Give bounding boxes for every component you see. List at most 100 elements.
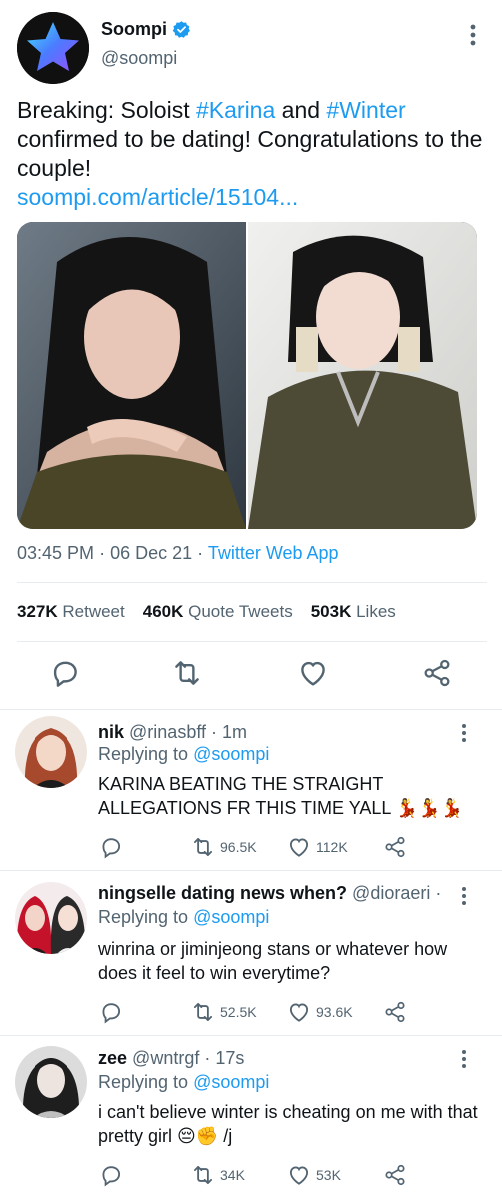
tweet-time[interactable]: 03:45 PM xyxy=(17,543,94,563)
meta-separator: · xyxy=(99,543,111,563)
photo-left[interactable] xyxy=(17,222,246,529)
replying-label: Replying to xyxy=(98,1072,189,1092)
quote-tweets-stat[interactable]: 460K Quote Tweets xyxy=(143,602,293,622)
replying-to: Replying to @soompi xyxy=(98,744,269,765)
quotes-count: 460K xyxy=(142,602,184,621)
main-tweet: Soompi @soompi Breaking: Soloist #Karina… xyxy=(0,0,502,710)
reply-header: ningselle dating news when? @dioraeri · … xyxy=(98,883,448,904)
avatar[interactable] xyxy=(15,716,87,788)
tweet-source[interactable]: Twitter Web App xyxy=(208,543,339,563)
quotes-label: Quote Tweets xyxy=(188,602,293,621)
tweet-stats: 327K Retweet 460K Quote Tweets 503K Like… xyxy=(17,602,396,622)
reply-header: nik @rinasbff · 1m xyxy=(98,722,448,743)
replying-to-handle[interactable]: @soompi xyxy=(193,907,269,927)
meta-separator: · xyxy=(204,1048,211,1068)
hashtag-karina[interactable]: #Karina xyxy=(196,97,275,123)
like-button[interactable]: 112K xyxy=(286,834,348,860)
share-icon[interactable] xyxy=(382,999,408,1025)
like-button[interactable]: 53K xyxy=(286,1162,341,1188)
retweet-icon xyxy=(193,1165,213,1185)
reply-time[interactable]: ... xyxy=(446,883,448,903)
tweet-text-segment: Breaking: Soloist xyxy=(17,97,196,123)
reply-actions: 96.5K 112K xyxy=(98,834,428,860)
reply-author-handle[interactable]: @dioraeri xyxy=(352,883,430,903)
reply-item[interactable]: ningselle dating news when? @dioraeri · … xyxy=(0,871,502,1035)
reply-actions: 34K 53K xyxy=(98,1162,428,1188)
avatar[interactable] xyxy=(15,1046,87,1118)
replying-to: Replying to @soompi xyxy=(98,1072,269,1093)
like-icon xyxy=(289,1003,309,1022)
reply-text: i can't believe winter is cheating on me… xyxy=(98,1102,478,1146)
retweet-icon xyxy=(193,837,213,857)
retweet-count: 52.5K xyxy=(220,1004,257,1020)
reply-icon[interactable] xyxy=(98,1162,124,1188)
likes-stat[interactable]: 503K Likes xyxy=(311,602,396,622)
retweets-count: 327K xyxy=(17,602,58,621)
meta-separator: · xyxy=(211,722,218,742)
author-name-row[interactable]: Soompi xyxy=(101,19,191,40)
replying-label: Replying to xyxy=(98,907,189,927)
reply-item[interactable]: nik @rinasbff · 1m Replying to @soompi K… xyxy=(0,710,502,870)
reply-item[interactable]: zee @wntrgf · 17s Replying to @soompi i … xyxy=(0,1036,502,1200)
divider xyxy=(17,582,487,583)
reply-icon[interactable] xyxy=(98,999,124,1025)
like-icon xyxy=(289,838,309,857)
retweet-button[interactable]: 34K xyxy=(190,1162,245,1188)
share-icon[interactable] xyxy=(382,834,408,860)
replying-to-handle[interactable]: @soompi xyxy=(193,1072,269,1092)
tweet-actions xyxy=(0,656,502,696)
reply-author-name[interactable]: zee xyxy=(98,1048,127,1068)
share-icon[interactable] xyxy=(382,1162,408,1188)
reply-header: zee @wntrgf · 17s xyxy=(98,1048,448,1069)
author-handle[interactable]: @soompi xyxy=(101,48,177,69)
retweets-stat[interactable]: 327K Retweet xyxy=(17,602,125,622)
author-avatar[interactable] xyxy=(17,12,89,84)
like-button[interactable]: 93.6K xyxy=(286,999,353,1025)
tweet-text-segment: and xyxy=(275,97,327,123)
author-name[interactable]: Soompi xyxy=(101,19,167,40)
tweet-text: Breaking: Soloist #Karina and #Winter co… xyxy=(17,96,487,212)
tweet-text-segment: confirmed to be dating! Congratulations … xyxy=(17,126,483,181)
tweet-media[interactable] xyxy=(17,222,477,529)
retweet-count: 34K xyxy=(220,1167,245,1183)
more-icon[interactable] xyxy=(462,22,484,48)
more-icon[interactable] xyxy=(455,885,473,907)
retweet-button[interactable]: 52.5K xyxy=(190,999,257,1025)
tweet-meta: 03:45 PM · 06 Dec 21 · Twitter Web App xyxy=(17,543,339,564)
meta-separator: · xyxy=(435,883,442,903)
tweet-date[interactable]: 06 Dec 21 xyxy=(110,543,192,563)
like-icon xyxy=(289,1166,309,1185)
retweet-icon[interactable] xyxy=(170,656,204,690)
meta-separator: · xyxy=(197,543,208,563)
reply-time[interactable]: 17s xyxy=(215,1048,244,1068)
reply-text: winrina or jiminjeong stans or whatever … xyxy=(98,939,448,983)
likes-label: Likes xyxy=(356,602,396,621)
reply-author-handle[interactable]: @wntrgf xyxy=(132,1048,199,1068)
article-link[interactable]: soompi.com/article/15104... xyxy=(17,184,298,210)
reply-icon[interactable] xyxy=(48,656,82,690)
reply-author-name[interactable]: nik xyxy=(98,722,124,742)
like-count: 93.6K xyxy=(316,1004,353,1020)
reply-time[interactable]: 1m xyxy=(222,722,247,742)
share-icon[interactable] xyxy=(420,656,454,690)
more-icon[interactable] xyxy=(455,1048,473,1070)
reply-icon[interactable] xyxy=(98,834,124,860)
replying-label: Replying to xyxy=(98,744,189,764)
photo-right[interactable] xyxy=(248,222,477,529)
replying-to: Replying to @soompi xyxy=(98,907,269,928)
retweet-button[interactable]: 96.5K xyxy=(190,834,257,860)
reply-author-name[interactable]: ningselle dating news when? xyxy=(98,883,347,903)
like-count: 112K xyxy=(316,839,348,855)
reply-author-handle[interactable]: @rinasbff xyxy=(129,722,206,742)
likes-count: 503K xyxy=(310,602,352,621)
hashtag-winter[interactable]: #Winter xyxy=(326,97,405,123)
avatar[interactable] xyxy=(15,882,87,954)
like-count: 53K xyxy=(316,1167,341,1183)
retweet-icon xyxy=(193,1002,213,1022)
more-icon[interactable] xyxy=(455,722,473,744)
soompi-logo-icon xyxy=(17,12,89,84)
like-icon[interactable] xyxy=(296,656,330,690)
replying-to-handle[interactable]: @soompi xyxy=(193,744,269,764)
retweet-count: 96.5K xyxy=(220,839,257,855)
reply-actions: 52.5K 93.6K xyxy=(98,999,428,1025)
